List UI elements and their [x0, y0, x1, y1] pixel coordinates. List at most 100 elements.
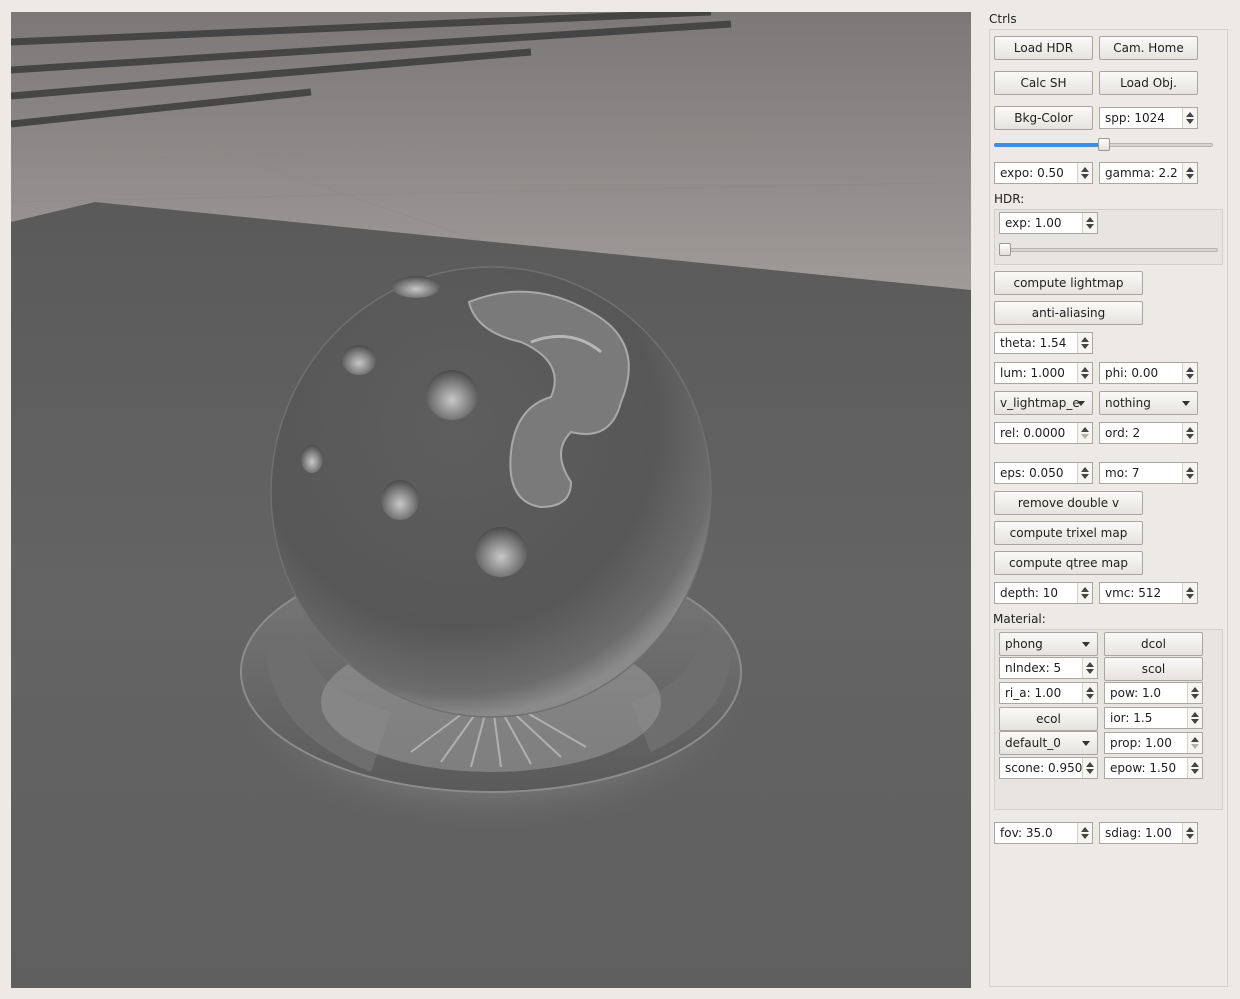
- ord-value: ord: 2: [1105, 426, 1141, 440]
- scone-stepper[interactable]: [1082, 758, 1097, 778]
- theta-stepper[interactable]: [1077, 333, 1092, 353]
- target-select-value: nothing: [1105, 396, 1151, 410]
- fov-spinbox[interactable]: fov: 35.0: [994, 822, 1093, 844]
- ior-stepper[interactable]: [1187, 708, 1202, 728]
- hdr-exp-slider[interactable]: [999, 243, 1218, 257]
- prop-value: prop: 1.00: [1110, 736, 1172, 750]
- vmc-spinbox[interactable]: vmc: 512: [1099, 582, 1198, 604]
- mode-select-value: v_lightmap_e: [1000, 396, 1080, 410]
- anti-aliasing-button[interactable]: anti-aliasing: [994, 301, 1143, 325]
- bkg-color-button[interactable]: Bkg-Color: [994, 106, 1093, 130]
- hdr-exp-value: exp: 1.00: [1005, 216, 1062, 230]
- ord-stepper[interactable]: [1182, 423, 1197, 443]
- nindex-value: nIndex: 5: [1005, 661, 1062, 675]
- spp-slider[interactable]: [994, 138, 1213, 152]
- lum-stepper[interactable]: [1077, 363, 1092, 383]
- mode-select[interactable]: v_lightmap_e: [994, 391, 1093, 415]
- target-select[interactable]: nothing: [1099, 391, 1198, 415]
- epow-spinbox[interactable]: epow: 1.50: [1104, 757, 1203, 779]
- hdr-label: HDR:: [994, 192, 1025, 206]
- pow-spinbox[interactable]: pow: 1.0: [1104, 682, 1203, 704]
- material-preset-select[interactable]: default_0: [999, 731, 1098, 755]
- chevron-down-icon: [1077, 401, 1085, 406]
- theta-spinbox[interactable]: theta: 1.54: [994, 332, 1093, 354]
- depth-spinbox[interactable]: depth: 10: [994, 582, 1093, 604]
- sdiag-stepper[interactable]: [1182, 823, 1197, 843]
- sdiag-spinbox[interactable]: sdiag: 1.00: [1099, 822, 1198, 844]
- gamma-value: gamma: 2.2: [1105, 166, 1178, 180]
- panel-title: Ctrls: [989, 12, 1017, 26]
- rel-spinbox[interactable]: rel: 0.0000: [994, 422, 1093, 444]
- ri-a-spinbox[interactable]: ri_a: 1.00: [999, 682, 1098, 704]
- prop-spinbox[interactable]: prop: 1.00: [1104, 732, 1203, 754]
- gamma-spinbox[interactable]: gamma: 2.2: [1099, 162, 1198, 184]
- expo-value: expo: 0.50: [1000, 166, 1064, 180]
- vmc-value: vmc: 512: [1105, 586, 1162, 600]
- phi-spinbox[interactable]: phi: 0.00: [1099, 362, 1198, 384]
- compute-qtree-map-button[interactable]: compute qtree map: [994, 551, 1143, 575]
- spp-slider-handle[interactable]: [1098, 138, 1110, 151]
- calc-sh-button[interactable]: Calc SH: [994, 71, 1093, 95]
- chevron-down-icon: [1182, 401, 1190, 406]
- dcol-button[interactable]: dcol: [1104, 632, 1203, 656]
- spp-stepper[interactable]: [1182, 108, 1197, 128]
- cam-home-button[interactable]: Cam. Home: [1099, 36, 1198, 60]
- load-obj-button[interactable]: Load Obj.: [1099, 71, 1198, 95]
- phi-stepper[interactable]: [1182, 363, 1197, 383]
- chevron-down-icon: [1082, 741, 1090, 746]
- chevron-down-icon: [1082, 642, 1090, 647]
- expo-stepper[interactable]: [1077, 163, 1092, 183]
- fov-stepper[interactable]: [1077, 823, 1092, 843]
- expo-spinbox[interactable]: expo: 0.50: [994, 162, 1093, 184]
- depth-value: depth: 10: [1000, 586, 1059, 600]
- spp-spinbox[interactable]: spp: 1024: [1099, 107, 1198, 129]
- ord-spinbox[interactable]: ord: 2: [1099, 422, 1198, 444]
- lum-spinbox[interactable]: lum: 1.000: [994, 362, 1093, 384]
- epow-stepper[interactable]: [1187, 758, 1202, 778]
- vmc-stepper[interactable]: [1182, 583, 1197, 603]
- lum-value: lum: 1.000: [1000, 366, 1065, 380]
- scone-spinbox[interactable]: scone: 0.950: [999, 757, 1098, 779]
- material-preset-value: default_0: [1005, 736, 1061, 750]
- epow-value: epow: 1.50: [1110, 761, 1177, 775]
- gamma-stepper[interactable]: [1182, 163, 1197, 183]
- mo-spinbox[interactable]: mo: 7: [1099, 462, 1198, 484]
- mo-value: mo: 7: [1105, 466, 1140, 480]
- ior-value: ior: 1.5: [1110, 711, 1153, 725]
- mo-stepper[interactable]: [1182, 463, 1197, 483]
- eps-value: eps: 0.050: [1000, 466, 1064, 480]
- compute-trixel-map-button[interactable]: compute trixel map: [994, 521, 1143, 545]
- scone-value: scone: 0.950: [1005, 761, 1083, 775]
- rel-stepper[interactable]: [1077, 423, 1092, 443]
- sdiag-value: sdiag: 1.00: [1105, 826, 1172, 840]
- nindex-spinbox[interactable]: nIndex: 5: [999, 657, 1098, 679]
- fov-value: fov: 35.0: [1000, 826, 1053, 840]
- load-hdr-button[interactable]: Load HDR: [994, 36, 1093, 60]
- ior-spinbox[interactable]: ior: 1.5: [1104, 707, 1203, 729]
- eps-spinbox[interactable]: eps: 0.050: [994, 462, 1093, 484]
- pow-value: pow: 1.0: [1110, 686, 1162, 700]
- material-label: Material:: [993, 612, 1046, 626]
- depth-stepper[interactable]: [1077, 583, 1092, 603]
- spp-value: spp: 1024: [1105, 111, 1165, 125]
- hdr-exp-stepper[interactable]: [1082, 213, 1097, 233]
- pow-stepper[interactable]: [1187, 683, 1202, 703]
- hdr-exp-spinbox[interactable]: exp: 1.00: [999, 212, 1098, 234]
- nindex-stepper[interactable]: [1082, 658, 1097, 678]
- prop-stepper[interactable]: [1187, 733, 1202, 753]
- spp-slider-fill: [994, 143, 1104, 147]
- ecol-button[interactable]: ecol: [999, 707, 1098, 731]
- shader-select[interactable]: phong: [999, 632, 1098, 656]
- ri-a-stepper[interactable]: [1082, 683, 1097, 703]
- hdr-exp-slider-handle[interactable]: [999, 243, 1011, 256]
- render-viewport[interactable]: [11, 12, 971, 988]
- remove-double-v-button[interactable]: remove double v: [994, 491, 1143, 515]
- eps-stepper[interactable]: [1077, 463, 1092, 483]
- rendered-scene: [11, 12, 971, 988]
- ri-a-value: ri_a: 1.00: [1005, 686, 1062, 700]
- scol-button[interactable]: scol: [1104, 657, 1203, 681]
- phi-value: phi: 0.00: [1105, 366, 1159, 380]
- shader-select-value: phong: [1005, 637, 1043, 651]
- theta-value: theta: 1.54: [1000, 336, 1067, 350]
- compute-lightmap-button[interactable]: compute lightmap: [994, 271, 1143, 295]
